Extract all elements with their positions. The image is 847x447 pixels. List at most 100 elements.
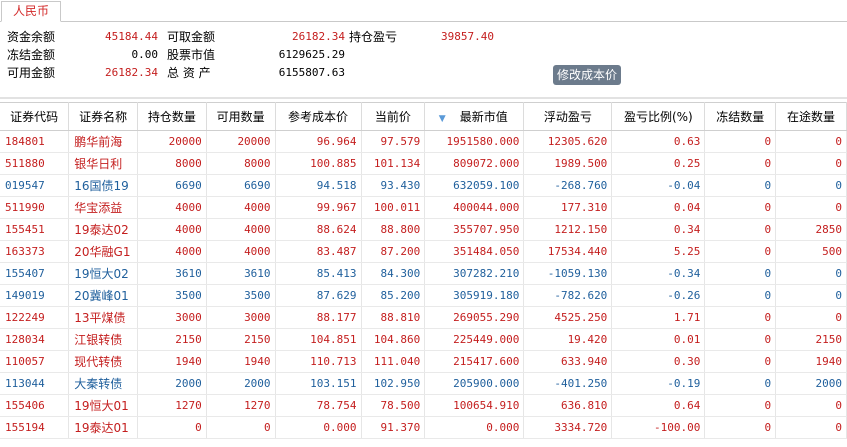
table-cell: 1270 bbox=[206, 394, 276, 417]
table-row[interactable]: 155406 19恒大01 1270 1270 78.754 78.500 100654.9… bbox=[0, 394, 847, 417]
table-row[interactable]: 184801 鹏华前海 20000 20000 96.964 97.579 1951580.… bbox=[0, 130, 847, 153]
tab-rmb[interactable]: 人民币 bbox=[1, 1, 61, 22]
column-header-0[interactable]: 证券代码 bbox=[0, 102, 70, 131]
table-cell: 3000 bbox=[137, 306, 207, 329]
column-header-4[interactable]: 参考成本价 bbox=[275, 102, 362, 131]
table-cell: 88.800 bbox=[361, 218, 426, 241]
table-cell: 1.71 bbox=[611, 306, 706, 329]
section-divider bbox=[0, 97, 847, 99]
table-cell: 155407 bbox=[0, 262, 70, 285]
table-row[interactable]: 155451 19泰达02 4000 4000 88.624 88.800 355707.9… bbox=[0, 218, 847, 241]
table-cell: 1940 bbox=[137, 350, 207, 373]
table-cell: 0 bbox=[704, 130, 777, 153]
table-cell: 94.518 bbox=[275, 174, 362, 197]
table-cell: 大秦转债 bbox=[68, 372, 139, 395]
column-header-3[interactable]: 可用数量 bbox=[206, 102, 276, 131]
total-assets-label: 总 资 产 bbox=[167, 66, 211, 80]
table-cell: 0 bbox=[704, 394, 777, 417]
stock-market-value-label: 股票市值 bbox=[167, 48, 216, 62]
table-cell: 3500 bbox=[137, 284, 207, 307]
table-cell: 88.810 bbox=[361, 306, 426, 329]
table-cell: 93.430 bbox=[361, 174, 426, 197]
table-row[interactable]: 511990 华宝添益 4000 4000 99.967 100.011 400044.00… bbox=[0, 196, 847, 219]
table-cell: 2150 bbox=[137, 328, 207, 351]
table-row[interactable]: 155194 19泰达01 0 0 0.000 91.370 0.000 3334.720 -1… bbox=[0, 416, 847, 439]
table-row[interactable]: 128034 江银转债 2150 2150 104.851 104.860 225449.0… bbox=[0, 328, 847, 351]
table-cell: 现代转债 bbox=[68, 350, 139, 373]
table-cell: 3334.720 bbox=[523, 416, 613, 439]
table-cell: 149019 bbox=[0, 284, 70, 307]
table-cell: 113044 bbox=[0, 372, 70, 395]
table-cell: 511990 bbox=[0, 196, 70, 219]
table-cell: 102.950 bbox=[361, 372, 426, 395]
column-header-10[interactable]: 在途数量 bbox=[775, 102, 847, 131]
table-cell: 0.63 bbox=[611, 130, 706, 153]
table-cell: 511880 bbox=[0, 152, 70, 175]
table-cell: 636.810 bbox=[523, 394, 613, 417]
table-cell: 0 bbox=[775, 306, 847, 329]
sort-descending-icon: ▼ bbox=[438, 114, 446, 124]
table-cell: 0.25 bbox=[611, 152, 706, 175]
table-cell: 19.420 bbox=[523, 328, 613, 351]
table-cell: 177.310 bbox=[523, 196, 613, 219]
stock-market-value: 6129625.29 bbox=[278, 48, 345, 61]
table-row[interactable]: 122249 13平煤债 3000 3000 88.177 88.810 269055.29… bbox=[0, 306, 847, 329]
table-cell: 1270 bbox=[137, 394, 207, 417]
table-cell: 0 bbox=[704, 306, 777, 329]
table-cell: 0.04 bbox=[611, 196, 706, 219]
table-cell: -0.04 bbox=[611, 174, 706, 197]
table-row[interactable]: 149019 20冀峰01 3500 3500 87.629 85.200 305919.1… bbox=[0, 284, 847, 307]
table-cell: 85.200 bbox=[361, 284, 426, 307]
table-cell: 13平煤债 bbox=[68, 306, 139, 329]
table-cell: 355707.950 bbox=[424, 218, 525, 241]
table-cell: -1059.130 bbox=[523, 262, 613, 285]
modify-cost-button[interactable]: 修改成本价 bbox=[553, 65, 621, 85]
table-cell: 3610 bbox=[206, 262, 276, 285]
table-row[interactable]: 019547 16国债19 6690 6690 94.518 93.430 632059.1… bbox=[0, 174, 847, 197]
column-header-9[interactable]: 冻结数量 bbox=[704, 102, 777, 131]
table-cell: 0 bbox=[704, 152, 777, 175]
table-cell: 3000 bbox=[206, 306, 276, 329]
table-row[interactable]: 163373 20华融G1 4000 4000 83.487 87.200 351484.0… bbox=[0, 240, 847, 263]
column-header-6[interactable]: ▼ 最新市值 bbox=[424, 102, 525, 131]
table-cell: 87.629 bbox=[275, 284, 362, 307]
table-cell: 85.413 bbox=[275, 262, 362, 285]
table-cell: 500 bbox=[775, 240, 847, 263]
table-cell: 155194 bbox=[0, 416, 70, 439]
table-cell: 0.000 bbox=[424, 416, 525, 439]
table-cell: 0 bbox=[775, 284, 847, 307]
table-cell: 0 bbox=[137, 416, 207, 439]
cash-balance-label: 资金余额 bbox=[7, 30, 56, 44]
table-cell: 269055.290 bbox=[424, 306, 525, 329]
column-header-1[interactable]: 证券名称 bbox=[68, 102, 139, 131]
table-cell: 101.134 bbox=[361, 152, 426, 175]
table-cell: 0.30 bbox=[611, 350, 706, 373]
frozen-amount-value: 0.00 bbox=[131, 48, 159, 61]
currency-tab-bar: 人民币 bbox=[0, 0, 847, 22]
table-cell: 78.500 bbox=[361, 394, 426, 417]
column-header-7[interactable]: 浮动盈亏 bbox=[523, 102, 613, 131]
withdrawable-label: 可取金额 bbox=[167, 30, 216, 44]
position-pnl-value: 39857.40 bbox=[441, 30, 494, 43]
table-row[interactable]: 511880 银华日利 8000 8000 100.885 101.134 809072.0… bbox=[0, 152, 847, 175]
table-cell: 1212.150 bbox=[523, 218, 613, 241]
table-cell: 4000 bbox=[206, 240, 276, 263]
column-header-5[interactable]: 当前价 bbox=[361, 102, 426, 131]
column-header-2[interactable]: 持仓数量 bbox=[137, 102, 207, 131]
table-cell: -401.250 bbox=[523, 372, 613, 395]
table-cell: 104.851 bbox=[275, 328, 362, 351]
table-cell: 100.011 bbox=[361, 196, 426, 219]
table-row[interactable]: 155407 19恒大02 3610 3610 85.413 84.300 307282.2… bbox=[0, 262, 847, 285]
table-cell: 4525.250 bbox=[523, 306, 613, 329]
table-cell: 205900.000 bbox=[424, 372, 525, 395]
table-cell: 20冀峰01 bbox=[68, 284, 139, 307]
table-cell: -0.34 bbox=[611, 262, 706, 285]
table-cell: 307282.210 bbox=[424, 262, 525, 285]
table-row[interactable]: 110057 现代转债 1940 1940 110.713 111.040 215417.6… bbox=[0, 350, 847, 373]
table-cell: 0 bbox=[775, 262, 847, 285]
column-header-8[interactable]: 盈亏比例(%) bbox=[611, 102, 706, 131]
table-cell: 0 bbox=[775, 130, 847, 153]
table-cell: 0 bbox=[704, 240, 777, 263]
table-cell: 0 bbox=[704, 218, 777, 241]
table-row[interactable]: 113044 大秦转债 2000 2000 103.151 102.950 205900.0… bbox=[0, 372, 847, 395]
